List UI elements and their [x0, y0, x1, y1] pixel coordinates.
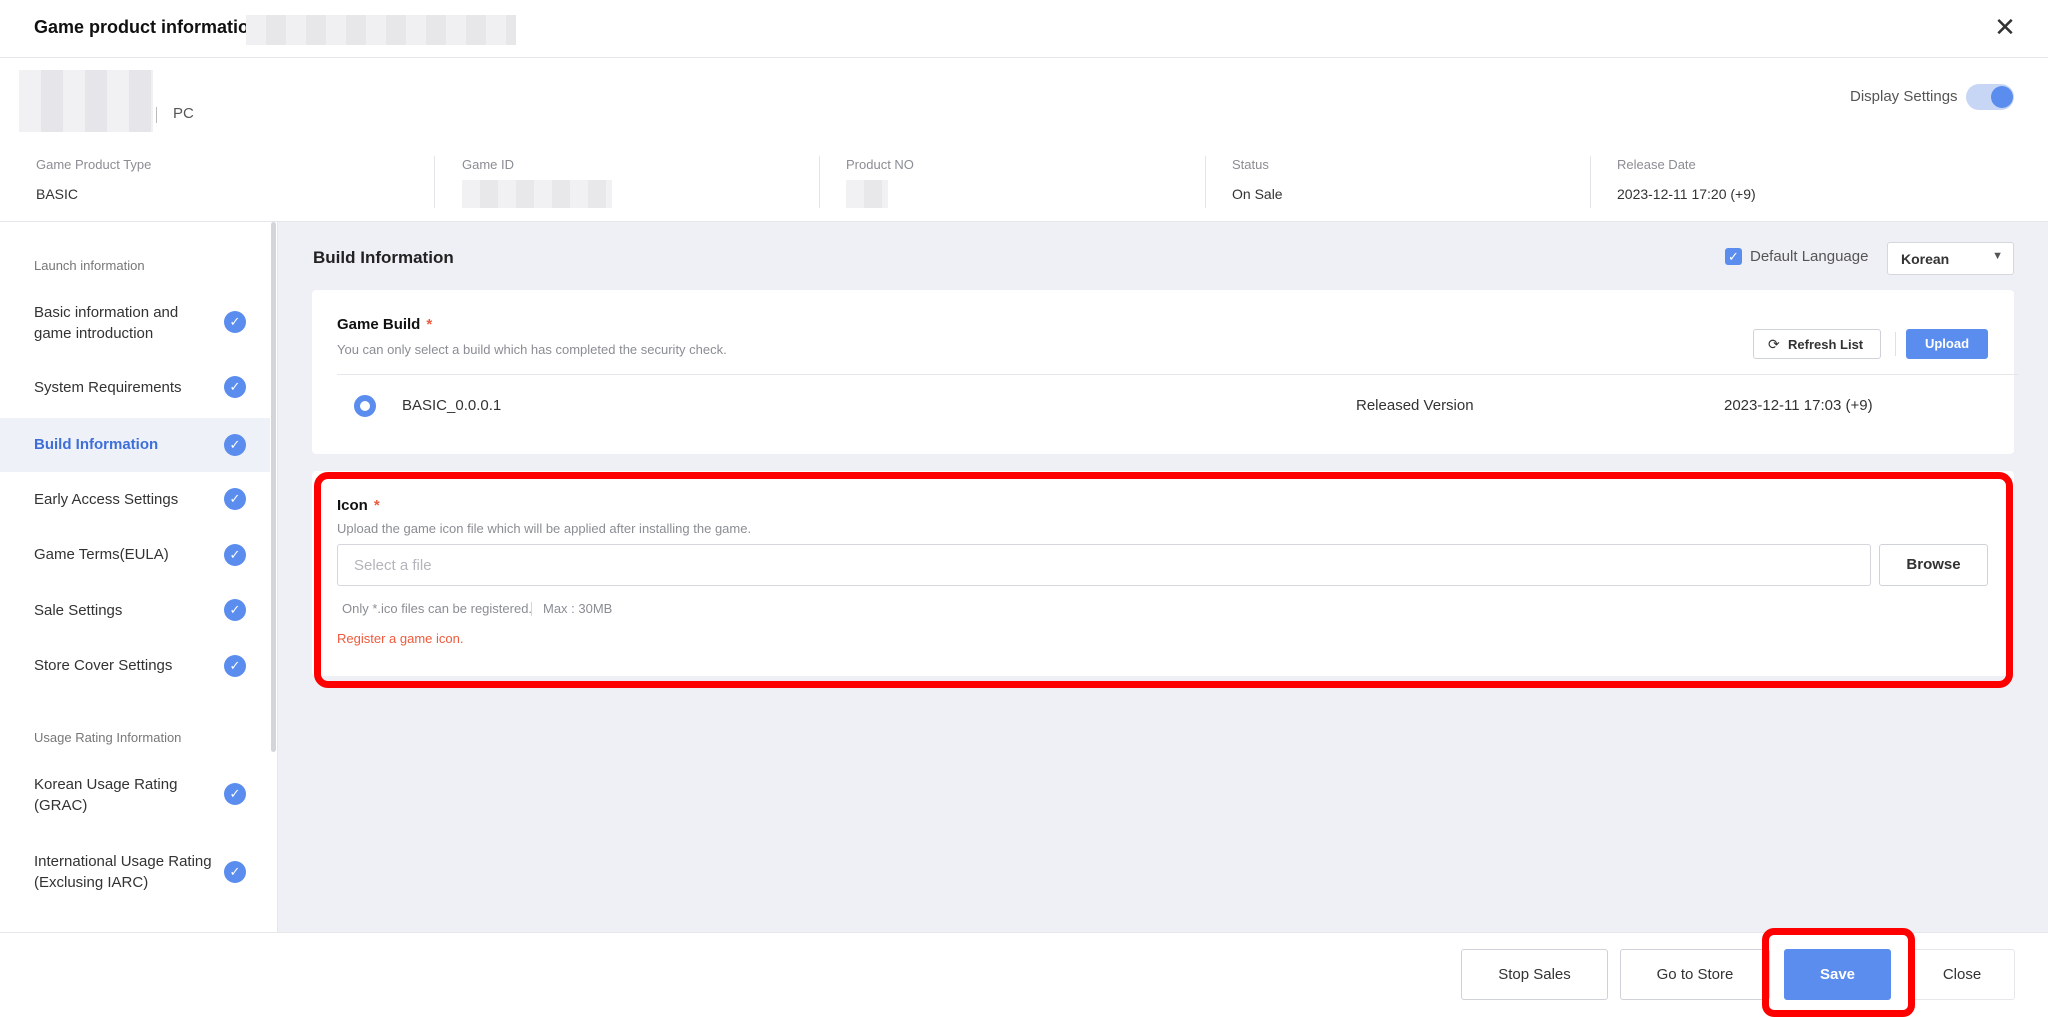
info-value: 2023-12-11 17:20 (+9) [1617, 186, 1756, 202]
card-title-text: Icon [337, 497, 368, 514]
sidebar-item-label: Korean Usage Rating (GRAC) [34, 776, 178, 814]
required-mark: * [373, 497, 380, 514]
sidebar-item-label: Sale Settings [34, 602, 123, 619]
refresh-icon: ⟳ [1768, 336, 1780, 352]
browse-button[interactable]: Browse [1879, 544, 1988, 586]
go-to-store-button[interactable]: Go to Store [1620, 949, 1770, 1000]
divider [531, 602, 532, 616]
sidebar-section-launch: Launch information [34, 258, 145, 273]
info-value: On Sale [1232, 186, 1283, 202]
display-settings-toggle[interactable] [1966, 84, 2014, 110]
check-circle-icon: ✓ [224, 783, 246, 805]
check-circle-icon: ✓ [224, 434, 246, 456]
sidebar-item-label: Basic information and game introduction [34, 304, 179, 342]
divider [1205, 156, 1206, 208]
icon-description: Upload the game icon file which will be … [337, 521, 752, 536]
icon-format-hint: Only *.ico files can be registered. [342, 601, 533, 616]
stop-sales-button[interactable]: Stop Sales [1461, 949, 1608, 1000]
divider [156, 107, 157, 123]
caret-down-icon: ▼ [1992, 250, 2003, 262]
check-circle-icon: ✓ [224, 311, 246, 333]
modal-title: Game product information [34, 17, 261, 37]
sidebar-item-build-information[interactable]: Build Information ✓ [0, 418, 270, 472]
section-title: Build Information [313, 248, 454, 267]
redacted-product-name [246, 15, 516, 45]
refresh-list-button[interactable]: ⟳ Refresh List [1753, 329, 1881, 359]
main-content: Build Information ✓ Default Language Kor… [278, 222, 2048, 932]
icon-size-hint: Max : 30MB [543, 601, 613, 616]
sidebar-item-label: Early Access Settings [34, 491, 179, 508]
upload-button[interactable]: Upload [1906, 329, 1988, 359]
refresh-list-label: Refresh List [1788, 337, 1864, 352]
info-label: Product NO [846, 157, 914, 172]
sidebar-item-korean-rating[interactable]: Korean Usage Rating (GRAC) ✓ [0, 768, 270, 824]
sidebar-item-label: Store Cover Settings [34, 657, 173, 674]
sidebar-item-sale-settings[interactable]: Sale Settings ✓ [0, 589, 270, 631]
sidebar-item-international-rating[interactable]: International Usage Rating (Exclusing IA… [0, 846, 270, 902]
check-circle-icon: ✓ [224, 376, 246, 398]
check-circle-icon: ✓ [224, 861, 246, 883]
sidebar-item-label: International Usage Rating (Exclusing IA… [34, 853, 212, 891]
card-title-text: Game Build [337, 316, 421, 333]
sidebar-section-usage-rating: Usage Rating Information [34, 730, 182, 745]
language-select-value: Korean [1901, 251, 1950, 267]
check-circle-icon: ✓ [224, 655, 246, 677]
sidebar: Launch information Basic information and… [0, 222, 278, 932]
divider [819, 156, 820, 208]
divider [1895, 332, 1896, 356]
save-button[interactable]: Save [1784, 949, 1891, 1000]
sidebar-item-store-cover[interactable]: Store Cover Settings ✓ [0, 645, 270, 687]
info-label: Game Product Type [36, 157, 152, 172]
icon-file-input[interactable] [337, 544, 1871, 586]
redacted-product-thumbnail [19, 70, 153, 132]
close-icon[interactable]: ✕ [1990, 12, 2020, 42]
check-circle-icon: ✓ [224, 488, 246, 510]
info-label: Status [1232, 157, 1269, 172]
divider [337, 374, 2019, 375]
checkbox-checked-icon: ✓ [1725, 248, 1742, 265]
icon-error-message: Register a game icon. [337, 631, 464, 646]
build-radio-selected[interactable] [354, 395, 376, 417]
sidebar-item-game-terms[interactable]: Game Terms(EULA) ✓ [0, 534, 270, 576]
divider [434, 156, 435, 208]
game-build-title: Game Build * [337, 316, 432, 333]
sidebar-scrollbar[interactable] [271, 222, 276, 752]
sidebar-item-system-requirements[interactable]: System Requirements ✓ [0, 367, 270, 407]
sidebar-item-label: Build Information [34, 436, 159, 453]
info-value: BASIC [36, 186, 79, 202]
game-build-description: You can only select a build which has co… [337, 342, 727, 357]
check-circle-icon: ✓ [224, 544, 246, 566]
redacted-product-no [846, 180, 888, 208]
default-language-label: Default Language [1750, 248, 1869, 265]
footer-bar: Stop Sales Go to Store Save Close [0, 932, 2048, 1017]
language-select[interactable]: Korean ▼ [1887, 242, 2014, 275]
build-version: Released Version [1356, 397, 1474, 414]
display-settings-label: Display Settings [1850, 88, 1958, 105]
icon-card: Icon * Upload the game icon file which wi… [312, 471, 2014, 676]
product-info-row: Game Product Type BASIC Game ID Product … [0, 150, 2048, 222]
modal-header: Game product information ✕ [0, 0, 2048, 58]
icon-title: Icon * [337, 497, 380, 514]
check-circle-icon: ✓ [224, 599, 246, 621]
sidebar-item-basic-information[interactable]: Basic information and game introduction … [0, 294, 270, 350]
build-date: 2023-12-11 17:03 (+9) [1724, 397, 1873, 414]
close-button[interactable]: Close [1909, 949, 2015, 1000]
info-label: Game ID [462, 157, 515, 172]
sidebar-item-label: Game Terms(EULA) [34, 546, 169, 563]
redacted-game-id [462, 180, 612, 208]
divider [1590, 156, 1591, 208]
platform-label: PC [173, 105, 194, 122]
required-mark: * [426, 316, 433, 333]
sidebar-item-label: System Requirements [34, 379, 182, 396]
sidebar-item-early-access[interactable]: Early Access Settings ✓ [0, 478, 270, 520]
build-name: BASIC_0.0.0.1 [402, 397, 502, 414]
toggle-knob [1991, 86, 2013, 108]
info-label: Release Date [1617, 157, 1696, 172]
game-build-card: Game Build * You can only select a build … [312, 290, 2019, 454]
